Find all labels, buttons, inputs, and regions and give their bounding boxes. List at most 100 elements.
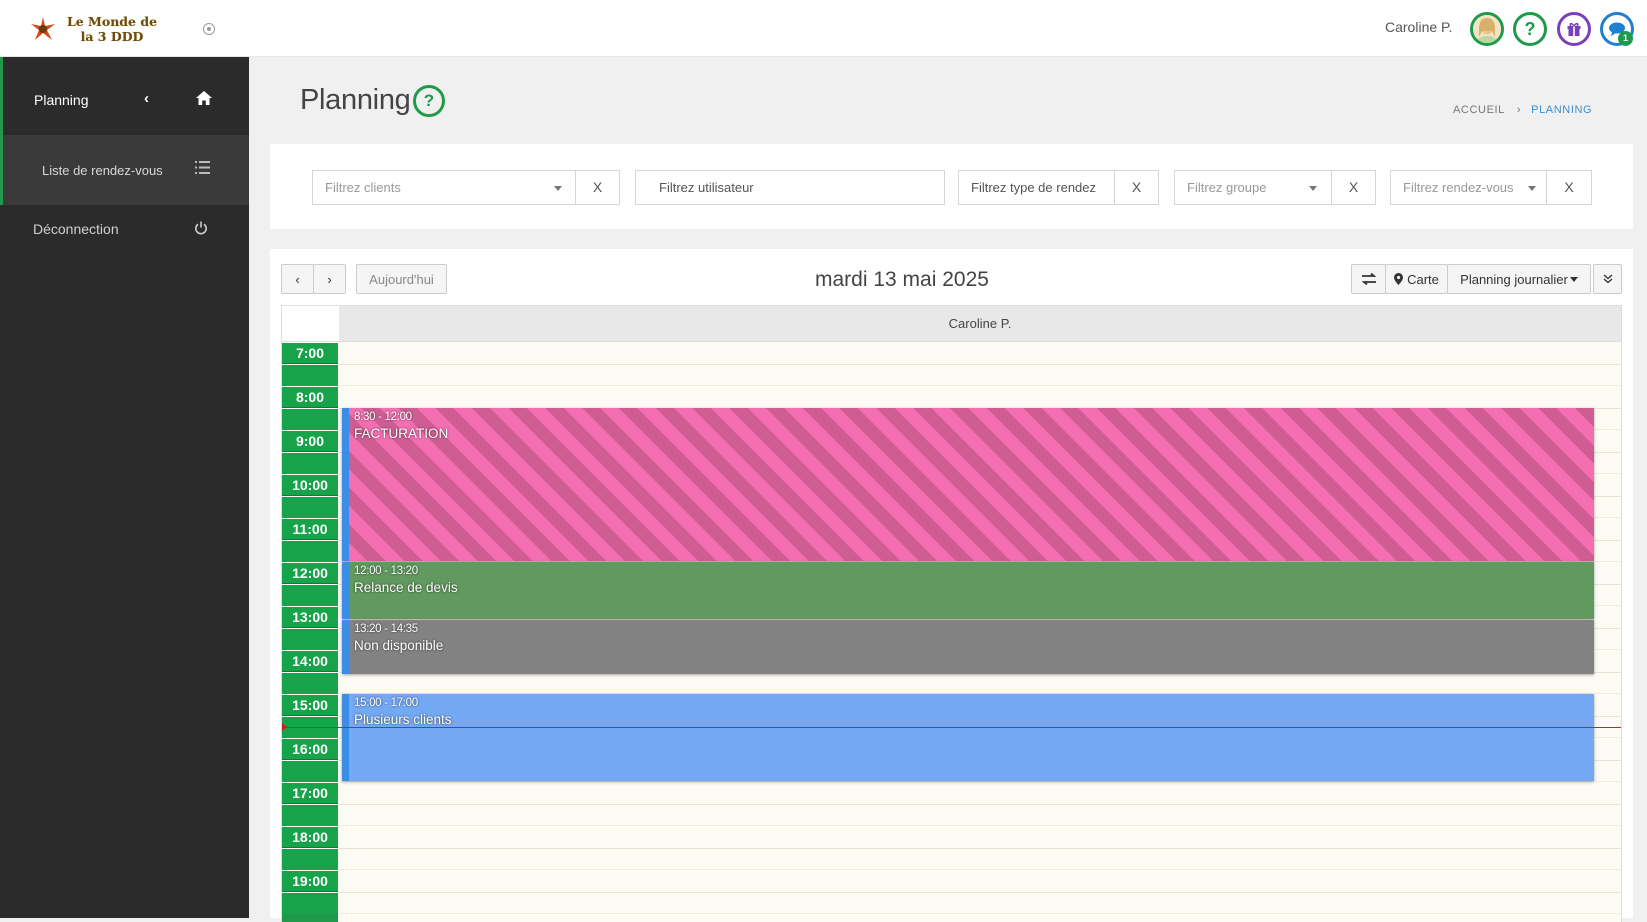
half-hour-cell <box>282 848 338 870</box>
sidebar-item-deconnection[interactable]: Déconnection <box>0 205 249 257</box>
event-non-disponible[interactable]: 13:20 - 14:35 Non disponible <box>342 620 1594 674</box>
header-corner <box>282 306 339 341</box>
clear-rendez-vous-button[interactable]: X <box>1547 170 1592 205</box>
view-select-button[interactable]: Planning journalier <box>1447 264 1591 294</box>
filter-rendez-vous-select[interactable]: Filtrez rendez-vous <box>1390 170 1547 205</box>
grid-line <box>339 385 1621 386</box>
today-button[interactable]: Aujourd'hui <box>356 264 447 294</box>
calendar-column-header: Caroline P. <box>281 305 1622 342</box>
map-button[interactable]: Carte <box>1385 264 1448 294</box>
hour-label: 13:00 <box>282 606 338 628</box>
filter-utilisateur-input[interactable]: Filtrez utilisateur <box>635 170 945 205</box>
half-hour-cell <box>282 496 338 518</box>
event-time: 13:20 - 14:35 <box>354 623 418 635</box>
half-hour-cell <box>282 628 338 650</box>
hour-label: 17:00 <box>282 782 338 804</box>
filter-type-input[interactable]: Filtrez type de rendez <box>958 170 1115 205</box>
grid-line <box>339 913 1621 914</box>
breadcrumb-home[interactable]: ACCUEIL <box>1453 104 1505 116</box>
hour-label: 9:00 <box>282 430 338 452</box>
breadcrumb-current: PLANNING <box>1531 104 1593 116</box>
sidebar-toggle-icon[interactable] <box>203 23 215 35</box>
calendar-grid[interactable]: 7:00 8:00 9:00 10:00 11:00 12:00 13:00 14:00 15:… <box>281 342 1622 922</box>
current-time-line <box>282 727 1621 728</box>
event-time: 8:30 - 12:00 <box>354 411 412 423</box>
filter-placeholder: Filtrez utilisateur <box>659 180 754 195</box>
half-hour-cell <box>282 760 338 782</box>
hour-label: 14:00 <box>282 650 338 672</box>
hour-label: 19:00 <box>282 870 338 892</box>
home-icon[interactable] <box>196 91 212 105</box>
gift-icon[interactable] <box>1557 12 1591 46</box>
list-icon <box>195 161 210 174</box>
prev-day-button[interactable]: ‹ <box>281 264 314 294</box>
filter-placeholder: Filtrez clients <box>325 180 401 195</box>
event-plusieurs-clients[interactable]: 15:00 - 17:00 Plusieurs clients <box>342 694 1594 781</box>
grid-line <box>339 848 1621 849</box>
sidebar-item-label: Déconnection <box>33 221 119 237</box>
time-slot: 15:00 <box>282 694 338 738</box>
calendar-panel: ‹ › Aujourd'hui mardi 13 mai 2025 Carte … <box>270 249 1633 922</box>
time-slot: 18:00 <box>282 826 338 870</box>
hour-label: 8:00 <box>282 386 338 408</box>
event-relance-de-devis[interactable]: 12:00 - 13:20 Relance de devis <box>342 562 1594 619</box>
time-slot: 14:00 <box>282 650 338 694</box>
time-slot: 19:00 <box>282 870 338 914</box>
filter-groupe-select[interactable]: Filtrez groupe <box>1174 170 1332 205</box>
grid-line <box>339 781 1621 782</box>
view-label: Planning journalier <box>1460 271 1568 287</box>
next-day-button[interactable]: › <box>313 264 346 294</box>
half-hour-cell <box>282 540 338 562</box>
calendar-date: mardi 13 mai 2025 <box>815 268 989 291</box>
hour-label: 10:00 <box>282 474 338 496</box>
breadcrumb: ACCUEIL › PLANNING <box>1453 104 1592 116</box>
breadcrumb-separator: › <box>1516 104 1522 116</box>
chevron-left-icon[interactable]: ‹ <box>144 90 149 107</box>
event-title: FACTURATION <box>354 426 449 441</box>
sidebar-item-label: Planning <box>34 92 89 108</box>
hour-label: 7:00 <box>282 342 338 364</box>
logo-text: Le Monde de la 3 DDD <box>66 14 158 44</box>
event-time: 15:00 - 17:00 <box>354 697 418 709</box>
expand-button[interactable] <box>1593 264 1622 294</box>
caret-down-icon <box>554 186 562 191</box>
hour-label: 12:00 <box>282 562 338 584</box>
hour-label: 11:00 <box>282 518 338 540</box>
hour-label: 15:00 <box>282 694 338 716</box>
swap-button[interactable] <box>1351 264 1386 294</box>
caret-down-icon <box>1309 186 1317 191</box>
filter-clients-select[interactable]: Filtrez clients <box>312 170 576 205</box>
help-icon[interactable]: ? <box>413 85 445 117</box>
user-name[interactable]: Caroline P. <box>1385 19 1452 35</box>
clear-groupe-button[interactable]: X <box>1332 170 1376 205</box>
current-time-marker <box>282 723 287 731</box>
grid-line <box>339 364 1621 365</box>
half-hour-cell <box>282 804 338 826</box>
map-label: Carte <box>1407 271 1439 287</box>
help-icon[interactable]: ? <box>1513 12 1547 46</box>
event-facturation[interactable]: 8:30 - 12:00 FACTURATION <box>342 408 1594 561</box>
time-slot: 7:00 <box>282 342 338 386</box>
filter-placeholder: Filtrez type de rendez <box>971 180 1097 195</box>
logo-icon <box>31 17 55 40</box>
event-title: Non disponible <box>354 638 444 653</box>
event-title: Plusieurs clients <box>354 712 452 727</box>
hour-label: 16:00 <box>282 738 338 760</box>
clear-clients-button[interactable]: X <box>576 170 620 205</box>
app-logo[interactable]: Le Monde de la 3 DDD <box>26 12 161 46</box>
half-hour-cell <box>282 584 338 606</box>
filter-placeholder: Filtrez rendez-vous <box>1403 180 1514 195</box>
event-time: 12:00 - 13:20 <box>354 565 418 577</box>
caret-down-icon <box>1569 276 1578 282</box>
time-column: 7:00 8:00 9:00 10:00 11:00 12:00 13:00 14:00 15:… <box>282 342 338 922</box>
half-hour-cell <box>282 892 338 914</box>
time-slot: 17:00 <box>282 782 338 826</box>
sidebar-item-planning[interactable]: Planning ‹ <box>0 57 249 135</box>
resource-column-title: Caroline P. <box>948 316 1012 331</box>
clear-type-button[interactable]: X <box>1115 170 1159 205</box>
filters-panel: Filtrez clients X Filtrez utilisateur Fi… <box>270 144 1633 229</box>
hour-label: 18:00 <box>282 826 338 848</box>
sidebar-item-liste-rendez-vous[interactable]: Liste de rendez-vous <box>0 135 249 205</box>
avatar[interactable] <box>1470 12 1504 46</box>
event-title: Relance de devis <box>354 580 458 595</box>
